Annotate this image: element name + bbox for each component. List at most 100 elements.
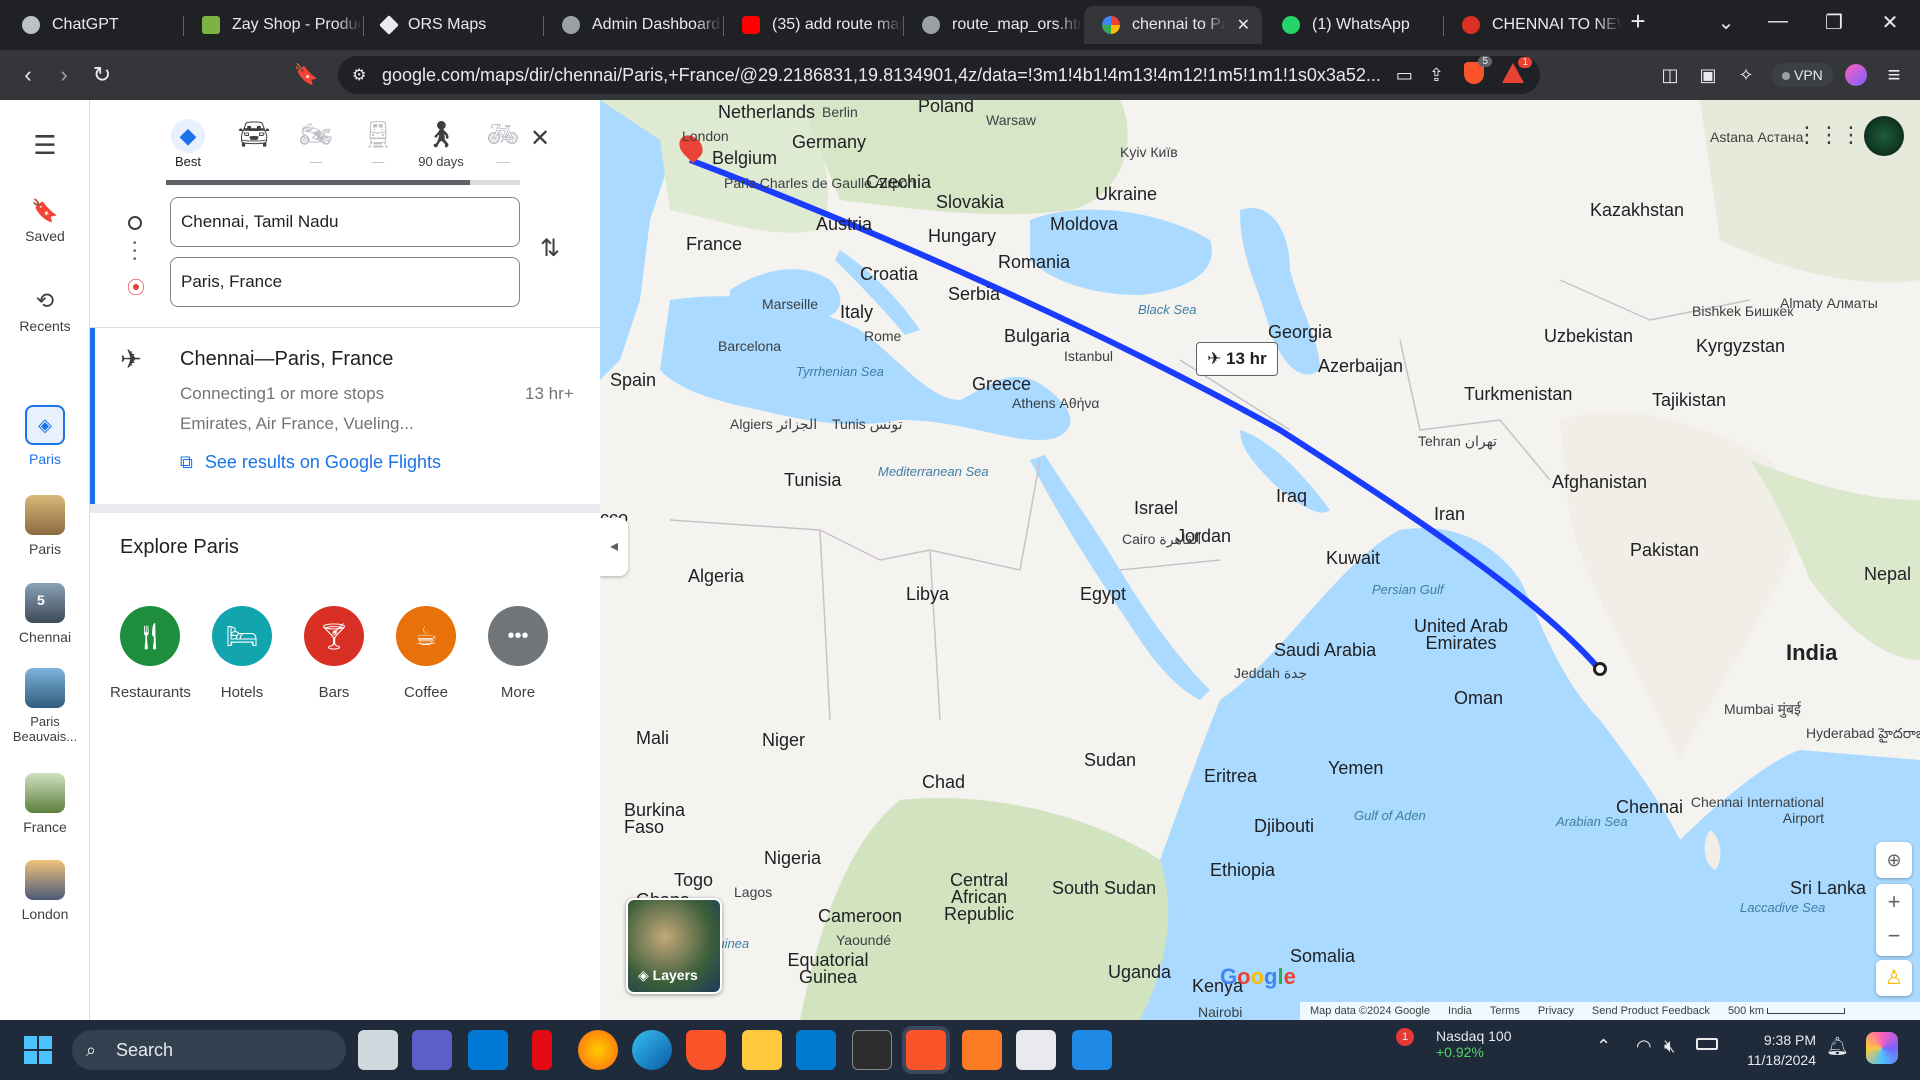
account-avatar[interactable] [1864,116,1904,156]
origin-input[interactable]: Chennai, Tamil Nadu [170,197,520,247]
more-button[interactable]: ••• More [478,606,558,701]
google-flights-link[interactable]: ⧉ See results on Google Flights [180,452,441,473]
speaker-muted-icon[interactable]: 🔇︎ [1664,1036,1675,1057]
document-icon[interactable] [1016,1030,1056,1070]
tab-zay-shop[interactable]: Zay Shop - Product [184,6,362,44]
reload-button[interactable]: ↻ [86,60,118,92]
origin-marker-icon[interactable] [1593,662,1607,676]
leo-ai-icon[interactable]: ✧ [1730,60,1762,92]
back-button[interactable]: ‹ [12,60,44,92]
saved-button[interactable]: 🔖 Saved [0,198,90,244]
map-canvas[interactable]: ✈ 13 hr Netherlands Berlin Poland Warsaw… [600,100,1920,1020]
restaurants-button[interactable]: 🍴︎ Restaurants [110,606,191,701]
minimize-button[interactable]: — [1758,10,1798,33]
swap-direction-icon[interactable]: ⇅ [540,234,560,263]
profile-icon[interactable] [1840,60,1872,92]
hamburger-menu-icon[interactable]: ☰ [0,130,90,161]
vpn-button[interactable]: VPN [1772,63,1833,87]
region-link[interactable]: India [1448,1005,1472,1017]
zoom-out-button[interactable]: − [1876,920,1912,956]
netflix-icon[interactable] [532,1030,552,1070]
terms-link[interactable]: Terms [1490,1005,1520,1017]
coffee-button[interactable]: ☕︎ Coffee [386,606,466,701]
close-directions-button[interactable]: ✕ [530,124,550,153]
edge-icon[interactable] [632,1030,672,1070]
chevron-up-icon[interactable]: ⌃ [1596,1036,1611,1057]
mode-motorbike[interactable]: 🏍︎ — [288,118,344,169]
rail-item-france[interactable]: France [0,773,90,835]
close-window-button[interactable]: ✕ [1870,10,1910,35]
mode-transit[interactable]: 🚆︎ — [350,118,406,169]
flight-result-card[interactable]: ✈ Chennai—Paris, France Connecting1 or m… [90,328,600,504]
tab-youtube[interactable]: (35) add route map [724,6,902,44]
task-view-icon[interactable] [358,1030,398,1070]
windows-start-icon[interactable] [24,1036,52,1064]
pegman-icon[interactable]: ♙ [1876,960,1912,996]
tab-search-chevron-icon[interactable]: ⌄ [1706,10,1746,35]
close-tab-icon[interactable]: ✕ [1237,15,1250,35]
hotels-button[interactable]: 🛏︎ Hotels [202,606,282,701]
vscode-icon[interactable] [796,1030,836,1070]
recents-button[interactable]: ⟲ Recents [0,288,90,334]
cast-icon[interactable]: ▭ [1396,65,1413,86]
mode-car[interactable]: 🚘︎ [226,118,282,154]
new-tab-button[interactable]: + [1618,6,1658,37]
map-label: South Sudan [1052,878,1157,898]
menu-icon[interactable]: ≡ [1878,60,1910,92]
beauvais-thumbnail [25,668,65,708]
my-location-icon[interactable]: ⊕ [1876,842,1912,878]
tab-chennai-to-new[interactable]: CHENNAI TO NEW [1444,6,1622,44]
tab-route-map[interactable]: route_map_ors.html [904,6,1082,44]
notification-bell-icon[interactable]: 🔔︎ [1826,1036,1849,1057]
tab-whatsapp[interactable]: (1) WhatsApp [1264,6,1442,44]
tab-chatgpt[interactable]: ChatGPT [4,6,182,44]
wallet-icon[interactable]: ▣ [1692,60,1724,92]
route-duration-badge[interactable]: ✈ 13 hr [1196,342,1278,376]
rail-item-chennai[interactable]: 5 Chennai [0,583,90,645]
tab-admin-dashboard[interactable]: Admin Dashboard [544,6,722,44]
site-info-icon[interactable]: ⚙ [352,65,366,85]
rail-item-paris-directions[interactable]: ◈ Paris [0,405,90,467]
tab-ors-maps[interactable]: ORS Maps [364,6,542,44]
tab-google-maps[interactable]: chennai to Paris ✕ [1084,6,1262,44]
taskbar-search[interactable]: ⌕ Search [72,1030,346,1070]
apps-grid-icon[interactable]: ⋮⋮⋮ [1796,122,1862,148]
destination-input[interactable]: Paris, France [170,257,520,307]
clock[interactable]: 9:38 PM 11/18/2024 [1726,1030,1816,1070]
mode-walk[interactable]: 🚶︎ 90 days [413,118,469,169]
wifi-icon[interactable]: ◠ [1636,1036,1652,1057]
forward-button[interactable]: › [48,60,80,92]
brave-icon[interactable] [686,1030,726,1070]
store-icon[interactable] [468,1030,508,1070]
mode-best[interactable]: ◆ Best [160,118,216,169]
teams-icon[interactable] [412,1030,452,1070]
sidebar-toggle-icon[interactable]: ◫ [1654,60,1686,92]
file-explorer-icon[interactable] [742,1030,782,1070]
rail-item-paris-beauvais[interactable]: Paris Beauvais... [0,668,90,744]
firefox-icon[interactable] [578,1030,618,1070]
url-text[interactable]: google.com/maps/dir/chennai/Paris,+Franc… [382,65,1396,86]
copilot-icon[interactable] [1866,1032,1898,1064]
terminal-icon[interactable] [852,1030,892,1070]
stock-widget[interactable]: 1 Nasdaq 100 +0.92% [1396,1028,1512,1060]
feedback-link[interactable]: Send Product Feedback [1592,1005,1710,1017]
zoom-in-button[interactable]: + [1876,884,1912,920]
share-icon[interactable]: ⇪ [1429,65,1444,86]
mode-bike[interactable]: 🚲︎ — [475,118,531,169]
address-bar[interactable]: ⚙ google.com/maps/dir/chennai/Paris,+Fra… [338,55,1540,94]
restore-button[interactable]: ❐ [1814,10,1854,35]
rail-item-paris[interactable]: Paris [0,495,90,557]
scale-bar[interactable]: 500 km [1728,1005,1846,1017]
brave-shield-icon[interactable]: 5 [1464,55,1492,89]
battery-icon[interactable] [1696,1038,1718,1050]
layers-button[interactable]: ◈ Layers [626,898,722,994]
rail-item-london[interactable]: London [0,860,90,922]
collapse-panel-button[interactable]: ◂ [600,518,628,576]
photos-icon[interactable] [1072,1030,1112,1070]
privacy-link[interactable]: Privacy [1538,1005,1574,1017]
xampp-icon[interactable] [962,1030,1002,1070]
bars-button[interactable]: 🍸︎ Bars [294,606,374,701]
bookmark-icon[interactable]: 🔖 [290,60,322,92]
brave-active-icon[interactable] [906,1030,946,1070]
brave-rewards-icon[interactable]: 1 [1502,56,1532,88]
